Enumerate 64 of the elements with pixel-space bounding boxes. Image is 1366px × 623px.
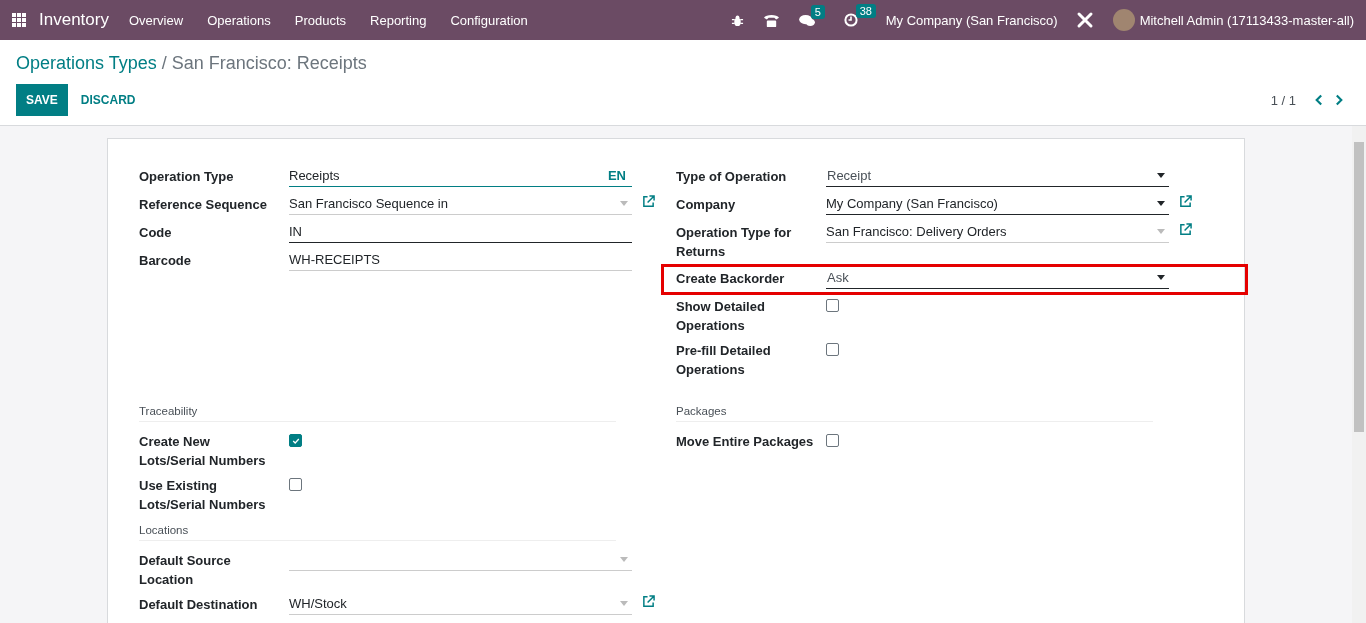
next-icon[interactable] — [1335, 94, 1344, 106]
menu-item[interactable]: Configuration — [450, 12, 528, 28]
field-label: Show Detailed Operations — [676, 298, 766, 335]
input-field[interactable]: San Francisco Sequence in — [289, 193, 632, 215]
field-label: Default Source Location — [139, 552, 232, 589]
input-field[interactable]: Ask — [826, 267, 1169, 289]
section-heading: Packages — [676, 405, 1153, 422]
checkbox[interactable] — [826, 299, 839, 312]
caret-icon[interactable] — [1157, 201, 1165, 206]
save-button[interactable]: SAVE — [16, 84, 68, 116]
checkbox[interactable] — [826, 343, 839, 356]
section-heading: Locations — [139, 524, 616, 541]
menu-item[interactable]: Products — [294, 12, 347, 28]
scrollbar[interactable] — [1352, 126, 1366, 623]
checkbox[interactable] — [289, 434, 302, 447]
phone-icon[interactable] — [762, 12, 780, 28]
clock-icon[interactable] — [843, 13, 858, 27]
input-field[interactable]: WH-RECEIPTS — [289, 249, 632, 271]
external-link-icon[interactable] — [1179, 223, 1192, 236]
input-field[interactable]: My Company (San Francisco) — [826, 193, 1169, 215]
input-field[interactable]: San Francisco: Delivery Orders — [826, 221, 1169, 243]
activity-count-badge: 38 — [855, 4, 876, 18]
field-label: Move Entire Packages — [676, 433, 815, 451]
caret-icon[interactable] — [1157, 173, 1165, 178]
input-field[interactable]: Receipt — [826, 165, 1169, 187]
field-label: Company — [676, 196, 737, 214]
user-menu[interactable]: Mitchell Admin (17113433-master-all) — [1139, 12, 1354, 28]
previous-icon[interactable] — [1314, 94, 1323, 106]
field-label: Pre-fill Detailed Operations — [676, 342, 772, 379]
field-label: Reference Sequence — [139, 196, 268, 214]
breadcrumb-link[interactable]: Operations Types — [16, 53, 157, 73]
external-link-icon[interactable] — [642, 195, 655, 208]
external-link-icon[interactable] — [642, 595, 655, 608]
bug-icon[interactable] — [730, 13, 744, 27]
caret-icon[interactable] — [1157, 275, 1165, 280]
field-label: Type of Operation — [676, 168, 788, 186]
checkbox[interactable] — [289, 478, 302, 491]
field-label: Create New Lots/Serial Numbers — [139, 433, 267, 470]
field-label: Operation Type for Returns — [676, 224, 793, 261]
app-name[interactable]: Inventory — [39, 10, 109, 30]
menu-item[interactable]: Overview — [128, 12, 184, 28]
section-heading: Traceability — [139, 405, 616, 422]
checkbox[interactable] — [826, 434, 839, 447]
chat-icon[interactable] — [798, 13, 816, 27]
apps-menu-icon[interactable] — [12, 13, 26, 27]
input-field[interactable]: IN — [289, 221, 632, 243]
input-field[interactable]: WH/Stock — [289, 593, 632, 615]
field-label: Operation Type — [139, 168, 235, 186]
field-label: Default Destination — [139, 596, 259, 614]
field-label: Use Existing Lots/Serial Numbers — [139, 477, 267, 514]
company-switcher[interactable]: My Company (San Francisco) — [885, 12, 1058, 28]
discard-button[interactable]: DISCARD — [67, 84, 149, 116]
field-label: Code — [139, 224, 173, 242]
pager-value: 1 / 1 — [1270, 92, 1296, 108]
breadcrumb-separator: / — [161, 53, 167, 73]
check-icon — [291, 436, 300, 445]
field-label: Create Backorder — [676, 270, 786, 288]
menu-item[interactable]: Operations — [207, 12, 271, 28]
breadcrumb-current: San Francisco: Receipts — [171, 53, 367, 73]
field-label: Barcode — [139, 252, 193, 270]
menu-item[interactable]: Reporting — [370, 12, 427, 28]
message-count-badge: 5 — [810, 4, 825, 19]
external-link-icon[interactable] — [1179, 195, 1192, 208]
input-field[interactable]: Receipts EN — [289, 165, 632, 187]
